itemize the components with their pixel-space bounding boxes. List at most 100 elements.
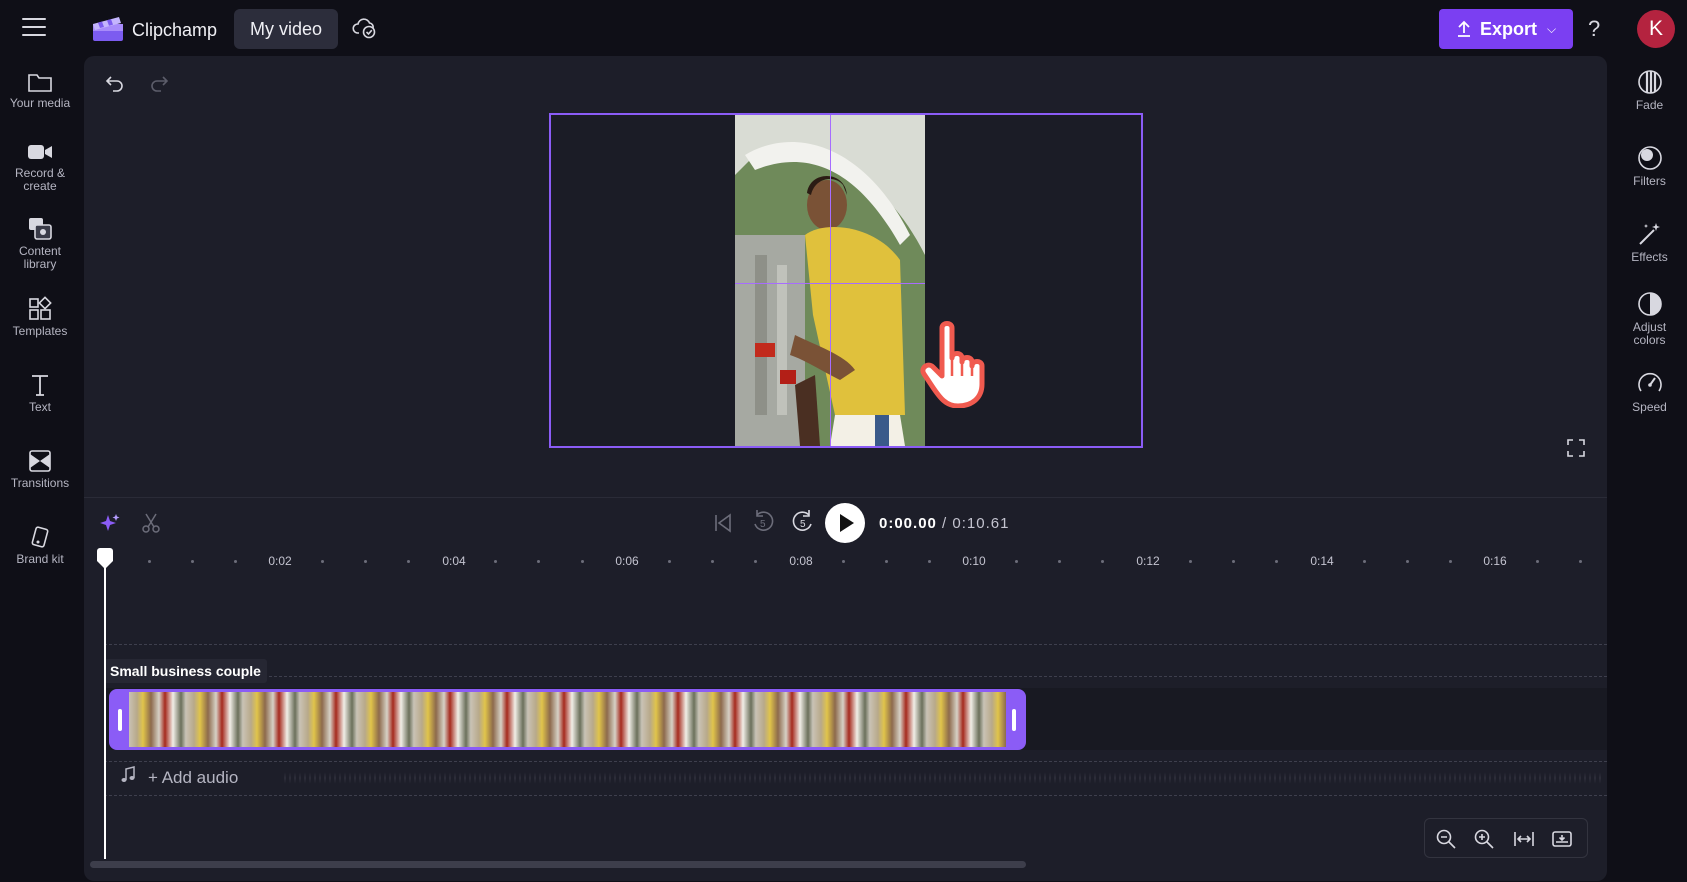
play-icon: [840, 514, 854, 532]
top-bar: Clipchamp My video Export ⌵ ? K: [0, 0, 1687, 56]
sidebar-item-label: Effects: [1631, 250, 1668, 264]
export-button[interactable]: Export ⌵: [1439, 9, 1573, 49]
video-clip[interactable]: [109, 689, 1026, 750]
zoom-out-icon[interactable]: [1435, 828, 1457, 850]
ruler-tick: [754, 560, 757, 563]
sidebar-item-fade[interactable]: Fade: [1612, 68, 1687, 112]
add-audio-button[interactable]: + Add audio: [148, 768, 238, 788]
ruler-tick: [1275, 560, 1278, 563]
text-icon: [32, 375, 48, 396]
sidebar-item-adjust-colors[interactable]: Adjust colors: [1612, 290, 1687, 347]
ruler-tick: [1449, 560, 1452, 563]
fade-icon: [1637, 70, 1662, 94]
text-track-border: [104, 644, 1607, 645]
sidebar-item-templates[interactable]: Templates: [0, 296, 80, 338]
ai-sparkle-icon[interactable]: [99, 512, 121, 534]
transitions-icon: [29, 450, 51, 472]
sidebar-item-record-create[interactable]: Record & create: [0, 140, 80, 193]
ruler-label: 0:14: [1310, 554, 1334, 568]
timeline-scrollbar[interactable]: [90, 861, 1026, 868]
help-icon[interactable]: ?: [1588, 16, 1600, 42]
magic-wand-icon: [1638, 223, 1660, 245]
skip-to-start-icon[interactable]: [712, 512, 734, 534]
templates-icon: [29, 296, 52, 320]
ruler-label: 0:02: [268, 554, 292, 568]
ruler-tick: [711, 560, 714, 563]
cloud-sync-icon[interactable]: [352, 16, 378, 40]
zoom-in-icon[interactable]: [1473, 828, 1495, 850]
sidebar-item-label: Speed: [1632, 400, 1667, 414]
sidebar-item-brand-kit[interactable]: Brand kit: [0, 524, 80, 566]
ruler-tick: [1406, 560, 1409, 563]
undo-icon[interactable]: [104, 72, 126, 94]
sidebar-item-label: Your media: [9, 96, 71, 110]
timeline-ruler[interactable]: 0:02 0:04 0:06 0:08 0:10 0:12 0:14 0:16: [84, 548, 1607, 578]
avatar[interactable]: K: [1637, 10, 1675, 48]
sidebar-item-text[interactable]: Text: [0, 372, 80, 414]
clip-trim-handle-right[interactable]: [1006, 692, 1023, 747]
ruler-label: 0:04: [442, 554, 466, 568]
rewind-5s-button[interactable]: 5: [750, 509, 776, 537]
ruler-tick: [537, 560, 540, 563]
sidebar-item-content-library[interactable]: Content library: [0, 216, 80, 271]
current-time: 0:00.00: [879, 515, 937, 532]
ruler-label: 0:08: [789, 554, 813, 568]
ruler-tick: [1363, 560, 1366, 563]
video-preview-canvas[interactable]: [549, 113, 1143, 448]
menu-icon[interactable]: [22, 18, 46, 38]
sidebar-item-effects[interactable]: Effects: [1612, 220, 1687, 264]
ruler-label: 0:06: [615, 554, 639, 568]
ruler-tick: [1015, 560, 1018, 563]
project-name-field[interactable]: My video: [234, 9, 339, 49]
app-title: Clipchamp: [132, 20, 218, 40]
music-note-icon: [121, 766, 135, 782]
speed-icon: [1637, 372, 1662, 392]
sidebar-item-speed[interactable]: Speed: [1612, 370, 1687, 414]
brand-kit-icon: [31, 526, 49, 548]
redo-icon[interactable]: [148, 72, 170, 94]
sidebar-item-label: Filters: [1633, 174, 1666, 188]
sidebar-item-label: Text: [28, 400, 51, 414]
ruler-tick: [234, 560, 237, 563]
forward-5s-button[interactable]: 5: [790, 509, 816, 537]
time-separator: /: [942, 515, 948, 532]
text-track-border: [104, 676, 1607, 677]
ruler-tick: [581, 560, 584, 563]
sidebar-item-filters[interactable]: Filters: [1612, 144, 1687, 188]
forward-seconds-label: 5: [800, 519, 806, 530]
folder-icon: [28, 74, 52, 92]
playhead-handle[interactable]: [94, 548, 116, 570]
rewind-seconds-label: 5: [760, 519, 766, 530]
audio-track-border: [104, 795, 1607, 796]
sidebar-item-transitions[interactable]: Transitions: [0, 448, 80, 490]
clip-trim-handle-left[interactable]: [112, 692, 129, 747]
ruler-tick: [1101, 560, 1104, 563]
total-time: 0:10.61: [952, 515, 1010, 532]
vertical-alignment-guide: [830, 115, 831, 446]
export-label: Export: [1479, 18, 1537, 39]
ruler-label: 0:12: [1136, 554, 1160, 568]
ruler-tick: [1232, 560, 1235, 563]
play-button[interactable]: [825, 503, 865, 543]
camera-icon: [28, 145, 52, 159]
sidebar-item-label: Adjust colors: [1632, 320, 1667, 347]
scissors-icon[interactable]: [140, 512, 162, 534]
ruler-tick: [668, 560, 671, 563]
sidebar-item-label: Fade: [1635, 98, 1664, 112]
ruler-tick: [885, 560, 888, 563]
sidebar-item-your-media[interactable]: Your media: [0, 70, 80, 110]
fullscreen-icon[interactable]: [1566, 438, 1586, 458]
clip-name-tooltip: Small business couple: [104, 659, 267, 683]
fit-to-width-icon[interactable]: [1513, 828, 1535, 850]
ruler-tick: [1579, 560, 1582, 563]
sidebar-item-label: Content library: [18, 244, 62, 271]
ruler-tick: [191, 560, 194, 563]
audio-track-border: [104, 761, 1607, 762]
ruler-tick: [407, 560, 410, 563]
ruler-tick: [494, 560, 497, 563]
track-settings-icon[interactable]: [1551, 828, 1573, 850]
video-preview-frame[interactable]: [735, 115, 925, 446]
chevron-down-icon: ⌵: [1546, 21, 1557, 36]
playhead-line: [104, 554, 106, 859]
adjust-colors-icon: [1637, 292, 1662, 316]
